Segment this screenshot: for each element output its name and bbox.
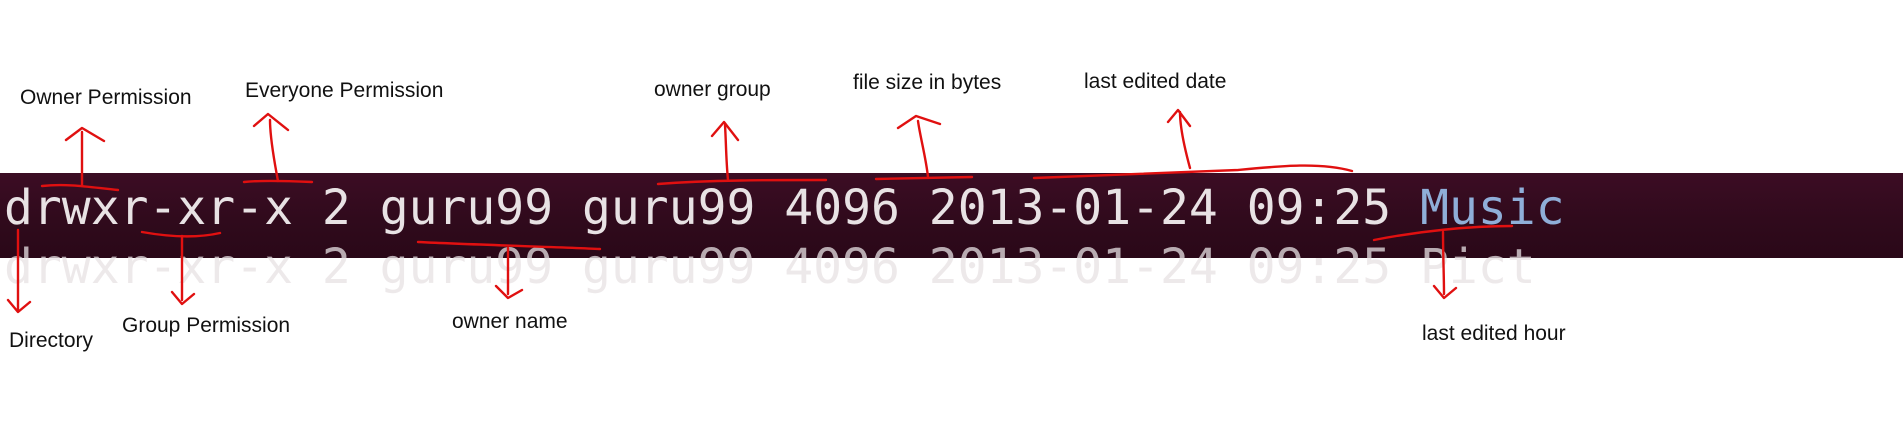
time-field: 09:25 [1246,180,1392,236]
last-edited-date-label: last edited date [1084,70,1227,93]
directory-name-field: Music [1420,180,1565,236]
terminal-line: drwxr-xr-x 2 guru99 guru99 4096 2013-01-… [4,184,1565,232]
owner-group-arrow [710,120,740,182]
owner-permission-label: Owner Permission [20,86,192,109]
file-size-arrow [896,114,942,179]
everyone-permission-arrow [252,112,290,183]
everyone-permission-label: Everyone Permission [245,79,444,102]
group-permission-label: Group Permission [122,314,291,337]
date-field: 2013-01-24 [928,180,1218,236]
owner-group-label: owner group [654,78,771,101]
directory-label: Directory [9,329,94,352]
permissions-field: drwxr-xr-x [4,180,293,236]
last-edited-date-arrow [1166,108,1192,170]
owner-field: guru99 [379,180,554,236]
terminal-line-partial: drwxr-xr-x 2 guru99 guru99 4096 2013-01-… [4,239,1536,295]
owner-name-label: owner name [452,310,568,333]
file-size-label: file size in bytes [853,71,1002,94]
links-field: 2 [321,180,351,236]
size-field: 4096 [784,180,900,236]
group-field: guru99 [582,180,756,236]
last-edited-hour-label: last edited hour [1422,322,1566,345]
annotated-ls-diagram: drwxr-xr-x 2 guru99 guru99 4096 2013-01-… [0,0,1903,439]
